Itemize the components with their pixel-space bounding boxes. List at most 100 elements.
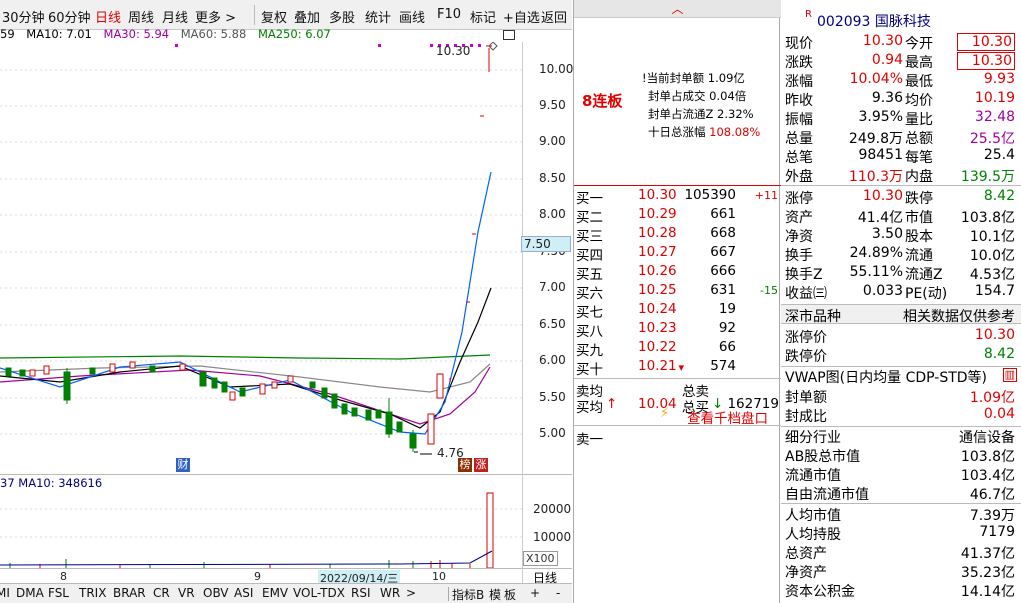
row-label: 振幅 xyxy=(785,112,813,128)
indicator-bar: MI DMA FSL TRIX BRAR CR VR OBV ASI EMV V… xyxy=(0,583,572,603)
bid-volume: 631 xyxy=(710,282,736,298)
ind-vol-tdx[interactable]: VOL-TDX xyxy=(293,586,345,600)
vwap-row[interactable]: VWAP图(日内均量 CDP-STD等) ▥ xyxy=(781,367,1021,386)
tab-60min[interactable]: 60分钟 xyxy=(48,7,91,26)
kline-chart[interactable]: 10.30 4.76 财 榜 涨 xyxy=(0,30,522,474)
ask-row-1[interactable]: 卖一 xyxy=(574,428,781,448)
bid-row-3[interactable]: 买三 10.28 668 xyxy=(574,225,781,245)
draw-line-button[interactable]: 画线 xyxy=(399,7,425,26)
bid-row-1[interactable]: 买一 10.30 105390 +11 xyxy=(574,187,781,207)
buy-avg-value: 10.04 xyxy=(638,396,677,412)
volume-chart[interactable]: 37 MA10: 348616 xyxy=(0,474,522,569)
multi-stock-button[interactable]: 多股 xyxy=(329,7,355,26)
detail-value: 103.4亿 xyxy=(960,468,1015,484)
row-value: 9.93 xyxy=(983,71,1015,87)
ind-asi[interactable]: ASI xyxy=(234,586,253,600)
detail-label: 净资产 xyxy=(785,565,827,581)
detail-row: 自由流通市值 46.7亿 xyxy=(781,484,1021,503)
ind-dma[interactable]: DMA xyxy=(16,586,44,600)
volume-legend: 37 MA10: 348616 xyxy=(0,476,103,490)
row-value: 10.30 xyxy=(862,188,903,204)
bid-row-4[interactable]: 买四 10.27 667 xyxy=(574,244,781,264)
thousand-depth-link[interactable]: 查看千档盘口 xyxy=(687,407,768,427)
bid-row-8[interactable]: 买八 10.23 92 xyxy=(574,320,781,340)
bid-row-9[interactable]: 买九 10.22 66 xyxy=(574,339,781,359)
template-button[interactable]: 模 xyxy=(489,586,501,603)
list-marker[interactable]: 榜 xyxy=(458,458,472,472)
bid-volume: 105390 xyxy=(684,187,736,203)
detail-row: 净资产 35.23亿 xyxy=(781,562,1021,581)
tab-daily[interactable]: 日线 xyxy=(95,7,121,26)
detail-row: 总资产 41.37亿 xyxy=(781,543,1021,562)
bid-row-6[interactable]: 买六 10.25 631 -15 xyxy=(574,282,781,302)
bid-volume: 92 xyxy=(718,320,736,336)
ind-emv[interactable]: EMV xyxy=(262,586,288,600)
buy-avg-label: 买均 xyxy=(576,400,603,416)
row-value: 110.3万 xyxy=(848,169,903,185)
row-label: 总笔 xyxy=(785,150,813,166)
zoom-out-button[interactable]: - xyxy=(556,586,560,600)
tab-weekly[interactable]: 周线 xyxy=(128,7,154,26)
tab-more[interactable]: 更多 > xyxy=(195,7,236,26)
quote-row: 收益㈢ 0.033 PE(动) 154.7 xyxy=(781,283,1021,302)
ind-rsi[interactable]: RSI xyxy=(351,586,371,600)
stock-code: 002093 国脉科技 xyxy=(817,11,931,31)
quote-row: 涨幅 10.04% 最低 9.93 xyxy=(781,71,1021,90)
adjust-button[interactable]: 复权 xyxy=(261,7,287,26)
overlay-button[interactable]: 叠加 xyxy=(294,7,320,26)
ind-vr[interactable]: VR xyxy=(178,586,195,600)
ind-obv[interactable]: OBV xyxy=(203,586,229,600)
date-axis: 8 9 2022/09/14/三 10 xyxy=(0,568,522,586)
row-value: 0.033 xyxy=(862,283,903,299)
bid-row-5[interactable]: 买五 10.26 666 xyxy=(574,263,781,283)
rise-marker[interactable]: 涨 xyxy=(474,458,488,472)
date-label: 8 xyxy=(60,570,67,583)
bid-volume: 661 xyxy=(710,206,736,222)
bid-name: 买二 xyxy=(576,210,603,226)
market-type: 深市品种 xyxy=(785,309,841,325)
stats-button[interactable]: 统计 xyxy=(365,7,391,26)
row-label: 流通Z xyxy=(905,267,943,283)
row-value: 9.36 xyxy=(871,90,903,106)
bid-row-10[interactable]: 买十 10.21 ▾ 574 xyxy=(574,358,781,378)
ytick: 8.00 xyxy=(539,207,566,221)
ind-more-icon[interactable]: > xyxy=(406,586,416,600)
row-label: 净资 xyxy=(785,229,813,245)
bid-row-7[interactable]: 买七 10.24 19 xyxy=(574,301,781,321)
date-label: 9 xyxy=(254,570,261,583)
back-button[interactable]: 返回 xyxy=(541,7,567,26)
tab-30min[interactable]: 30分钟 xyxy=(2,7,45,26)
bid-row-2[interactable]: 买二 10.29 661 xyxy=(574,206,781,226)
seal-turnover-label: 封单占成交 xyxy=(648,89,706,103)
ind-mi[interactable]: MI xyxy=(0,586,10,600)
mark-button[interactable]: 标记 xyxy=(470,7,496,26)
row-label: 最低 xyxy=(905,74,933,90)
row-label: 现价 xyxy=(785,36,813,52)
stock-name: 国脉科技 xyxy=(874,14,931,30)
quote-row: 换手 24.89% 流通 10.0亿 xyxy=(781,245,1021,264)
quote-row: 涨停 10.30 跌停 8.42 xyxy=(781,188,1021,207)
finance-marker[interactable]: 财 xyxy=(176,458,190,472)
chart-icon[interactable]: ▥ xyxy=(1002,368,1017,382)
ind-cr[interactable]: CR xyxy=(153,586,170,600)
f10-button[interactable]: F10 xyxy=(437,7,461,22)
detail-value: 通信设备 xyxy=(959,430,1015,446)
add-watchlist-button[interactable]: +自选 xyxy=(503,7,540,26)
row-label: 昨收 xyxy=(785,93,813,109)
ind-trix[interactable]: TRIX xyxy=(79,586,106,600)
zoom-in-button[interactable]: + xyxy=(530,586,540,600)
ind-b-button[interactable]: 指标B xyxy=(452,586,484,603)
ma10-legend: MA10: 7.01 xyxy=(26,27,92,41)
row-label: 今开 xyxy=(905,36,933,52)
bid-name: 买六 xyxy=(576,286,603,302)
row-value: 32.48 xyxy=(974,109,1015,125)
collapse-icon[interactable]: ︿ xyxy=(574,0,781,18)
board-button[interactable]: 板 xyxy=(504,586,516,603)
tab-monthly[interactable]: 月线 xyxy=(162,7,188,26)
detail-row: 人均持股 7179 xyxy=(781,524,1021,543)
ind-fsl[interactable]: FSL xyxy=(48,586,69,600)
ind-brar[interactable]: BRAR xyxy=(113,586,146,600)
panel-toggle-icon[interactable] xyxy=(503,30,515,40)
ind-wr[interactable]: WR xyxy=(380,586,400,600)
ma-lead: 59 xyxy=(0,27,15,41)
